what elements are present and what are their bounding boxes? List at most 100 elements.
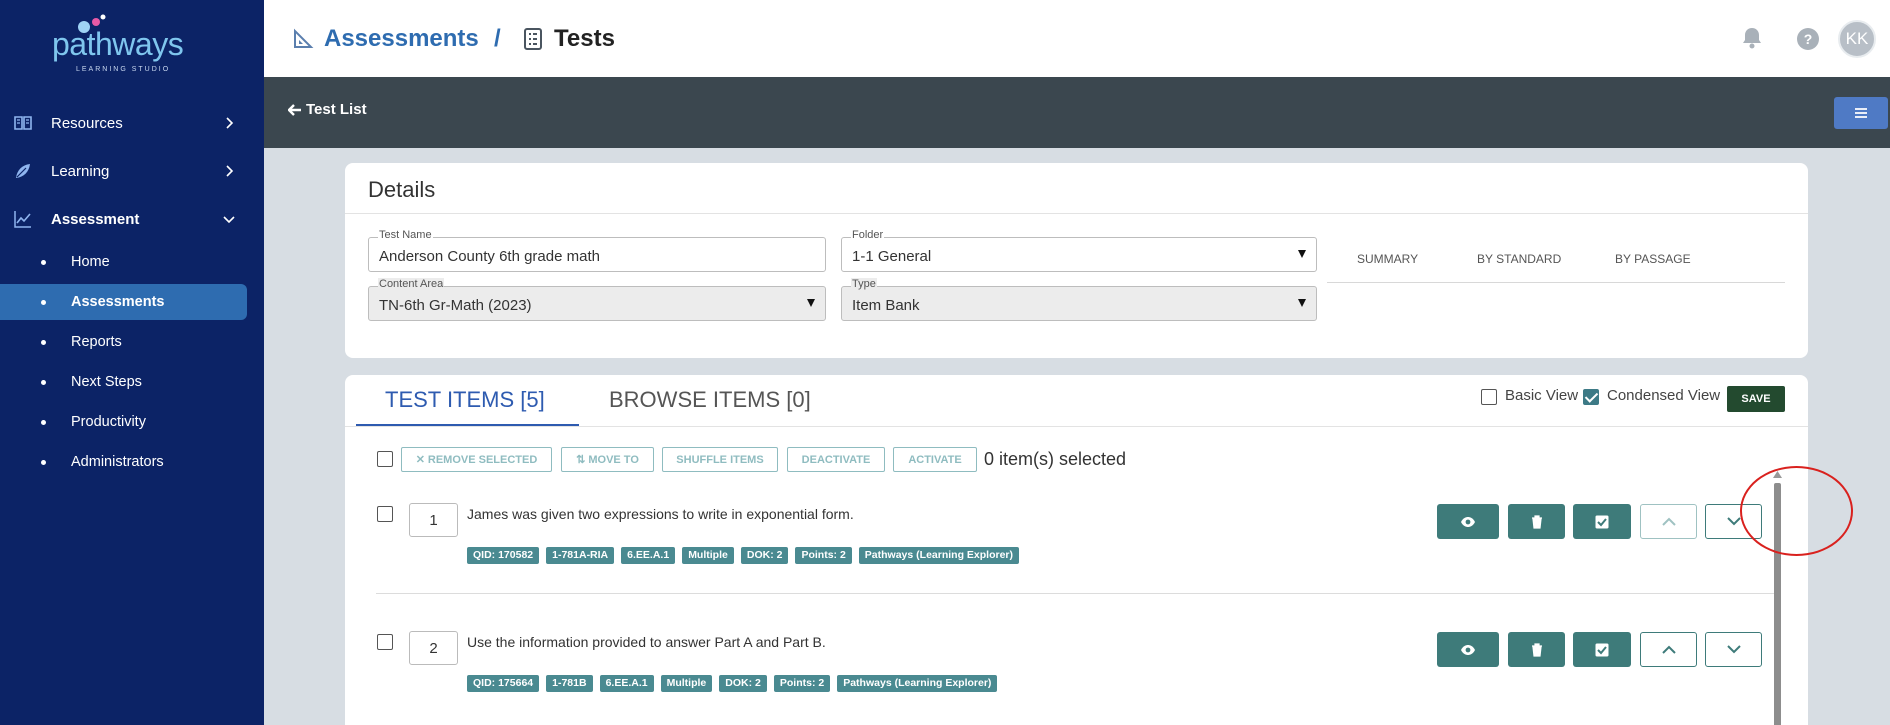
bullet-icon	[41, 419, 46, 425]
test-list-back-link[interactable]: Test List	[288, 101, 367, 118]
logo-wordmark: pathways	[52, 26, 184, 62]
button-label: REMOVE SELECTED	[427, 453, 538, 466]
qid-tag: QID: 170582	[467, 547, 540, 564]
sidebar-subitem-administrators[interactable]: Administrators	[0, 444, 264, 480]
sidebar-subitem-label: Reports	[71, 334, 122, 350]
sidebar-item-label: Resources	[51, 114, 123, 132]
top-header: Assessments / Tests ? KK	[264, 0, 1890, 77]
checkbox-checked-icon	[1595, 515, 1609, 528]
sidebar-subitem-productivity[interactable]: Productivity	[0, 404, 264, 440]
sidebar-subitem-home[interactable]: Home	[0, 244, 264, 280]
sidebar-subitem-label: Home	[71, 254, 110, 270]
test-item-row: 1 James was given two expressions to wri…	[345, 497, 1808, 625]
chevron-down-icon	[1726, 645, 1741, 654]
item-code-tag: 1-781A-RIA	[546, 547, 615, 564]
activate-button[interactable]: ACTIVATE	[893, 447, 977, 472]
move-down-button[interactable]	[1705, 632, 1762, 667]
move-up-button[interactable]	[1640, 632, 1697, 667]
chevron-up-icon	[1661, 645, 1676, 654]
highlight-ring-annotation	[1740, 466, 1853, 556]
move-to-button[interactable]: ⇅ MOVE TO	[561, 447, 654, 472]
divider	[345, 213, 1808, 214]
item-number-input[interactable]: 1	[409, 503, 458, 537]
dok-tag: DOK: 2	[719, 675, 767, 692]
tab-test-items[interactable]: TEST ITEMS [5]	[385, 387, 545, 413]
content-area-select[interactable]: Content Area TN-6th Gr-Math (2023)	[368, 278, 826, 321]
sort-icon: ⇅	[576, 454, 586, 466]
item-code-tag: 1-781B	[546, 675, 593, 692]
sidebar-item-resources[interactable]: Resources	[0, 103, 264, 143]
type-select[interactable]: Type Item Bank	[841, 278, 1317, 321]
points-tag: Points: 2	[773, 675, 831, 692]
field-value: TN-6th Gr-Math (2023)	[379, 297, 532, 314]
tab-summary[interactable]: SUMMARY	[1357, 252, 1418, 266]
preview-button[interactable]	[1437, 632, 1499, 667]
item-number-input[interactable]: 2	[409, 631, 458, 665]
deactivate-button[interactable]: DEACTIVATE	[787, 447, 885, 472]
type-tag: Multiple	[660, 675, 713, 692]
menu-button[interactable]	[1834, 97, 1888, 129]
select-all-checkbox[interactable]	[377, 451, 393, 467]
item-tags: QID: 170582 1-781A-RIA 6.EE.A.1 Multiple…	[467, 547, 1020, 564]
basic-view-checkbox[interactable]	[1481, 389, 1497, 405]
chevron-down-icon	[1726, 517, 1741, 526]
tab-by-passage[interactable]: BY PASSAGE	[1615, 252, 1691, 266]
chevron-right-icon	[226, 117, 234, 129]
bullet-icon	[41, 339, 46, 345]
details-card: Details Test Name Anderson County 6th gr…	[345, 163, 1808, 358]
preview-button[interactable]	[1437, 504, 1499, 539]
check-button[interactable]	[1573, 504, 1631, 539]
standard-tag: 6.EE.A.1	[621, 547, 676, 564]
test-item-row: 2 Use the information provided to answer…	[345, 625, 1808, 725]
field-label: Test Name	[378, 229, 433, 241]
points-tag: Points: 2	[795, 547, 852, 564]
sidebar-subitem-label: Next Steps	[71, 374, 142, 390]
dok-tag: DOK: 2	[740, 547, 789, 564]
x-icon: ✕	[415, 454, 425, 466]
sidebar-item-learning[interactable]: Learning	[0, 151, 264, 191]
basic-view-label: Basic View	[1505, 387, 1579, 404]
test-name-field[interactable]: Test Name Anderson County 6th grade math	[368, 229, 826, 272]
item-checkbox[interactable]	[377, 506, 393, 522]
bell-icon[interactable]	[1738, 24, 1766, 52]
pathways-logo[interactable]: pathways LEARNING STUDIO	[52, 14, 202, 73]
save-button[interactable]: SAVE	[1727, 386, 1785, 412]
source-tag: Pathways (Learning Explorer)	[837, 675, 998, 692]
move-up-button[interactable]	[1640, 504, 1697, 539]
delete-button[interactable]	[1508, 504, 1565, 539]
leaf-icon	[16, 164, 30, 178]
item-checkbox[interactable]	[377, 634, 393, 650]
ruler-triangle-icon	[294, 28, 314, 48]
field-value: Item Bank	[852, 297, 920, 314]
tab-by-standard[interactable]: BY STANDARD	[1477, 252, 1561, 266]
button-label: MOVE TO	[588, 453, 639, 466]
sidebar-item-label: Assessment	[51, 210, 140, 228]
field-value: Anderson County 6th grade math	[379, 248, 600, 265]
sidebar-subitem-label: Productivity	[71, 414, 146, 430]
chevron-down-icon	[223, 216, 235, 224]
avatar[interactable]: KK	[1838, 20, 1876, 58]
field-label: Content Area	[378, 278, 445, 290]
check-button[interactable]	[1573, 632, 1631, 667]
caret-down-icon	[807, 299, 815, 307]
help-icon[interactable]: ?	[1797, 28, 1819, 50]
tab-browse-items[interactable]: BROWSE ITEMS [0]	[609, 387, 811, 413]
chart-icon	[14, 211, 31, 228]
divider	[345, 426, 1808, 427]
eye-icon	[1461, 516, 1475, 527]
sidebar-subitem-next-steps[interactable]: Next Steps	[0, 364, 264, 400]
items-card: TEST ITEMS [5] BROWSE ITEMS [0] Basic Vi…	[345, 375, 1853, 725]
breadcrumb-assessments[interactable]: Assessments	[292, 25, 479, 53]
sidebar-subitem-reports[interactable]: Reports	[0, 324, 264, 360]
sidebar-item-assessment[interactable]: Assessment	[0, 199, 264, 239]
item-text: Use the information provided to answer P…	[467, 634, 826, 650]
shuffle-items-button[interactable]: SHUFFLE ITEMS	[662, 447, 778, 472]
page-toolbar: Test List	[264, 77, 1890, 148]
sidebar-subitem-assessments[interactable]: Assessments	[0, 284, 247, 320]
condensed-view-checkbox[interactable]	[1583, 389, 1599, 405]
remove-selected-button[interactable]: ✕ REMOVE SELECTED	[401, 447, 552, 472]
book-icon	[14, 116, 32, 130]
sidebar: pathways LEARNING STUDIO Resources Learn…	[0, 0, 264, 725]
delete-button[interactable]	[1508, 632, 1565, 667]
folder-select[interactable]: Folder 1-1 General	[841, 229, 1317, 272]
